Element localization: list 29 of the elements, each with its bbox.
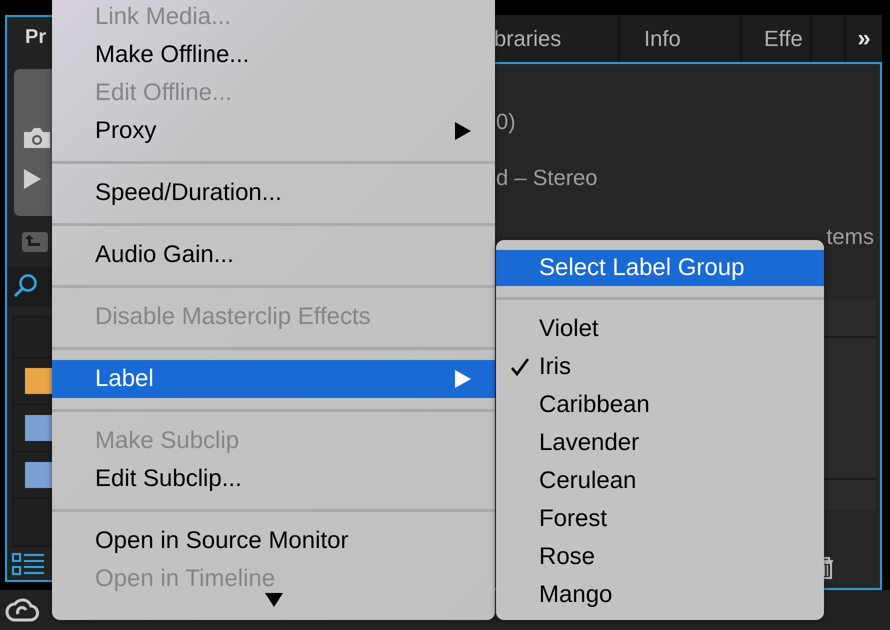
panel-tab[interactable]: Pr [25, 26, 46, 48]
info-text: d – Stereo [496, 165, 598, 192]
menu-item[interactable]: Cerulean [496, 462, 824, 500]
info-text: 0) [496, 109, 516, 136]
more-panels-button[interactable]: » [846, 24, 882, 52]
search-icon[interactable] [13, 273, 39, 299]
submenu-arrow-icon [455, 370, 471, 388]
list-view-icon[interactable] [12, 552, 46, 576]
camera-icon [22, 126, 52, 150]
creative-cloud-icon[interactable] [5, 596, 39, 624]
menu-item[interactable]: Mango [496, 576, 824, 614]
folder-up-icon[interactable] [21, 229, 49, 253]
menu-item[interactable]: Select Label Group [496, 250, 824, 286]
menu-item[interactable]: Edit Subclip... [52, 460, 495, 498]
menu-item[interactable]: Speed/Duration... [52, 174, 495, 212]
menu-item[interactable]: Caribbean [496, 386, 824, 424]
item-count: tems [826, 224, 874, 250]
menu-item[interactable]: Violet [496, 310, 824, 348]
menu-item[interactable]: Lavender [496, 424, 824, 462]
play-icon[interactable] [22, 168, 42, 190]
menu-item[interactable]: Iris [496, 348, 824, 386]
menu-item[interactable]: Rose [496, 538, 824, 576]
scroll-down-icon[interactable] [264, 593, 282, 607]
menu-item[interactable]: Audio Gain... [52, 236, 495, 274]
menu-item[interactable]: Proxy [52, 112, 495, 150]
menu-item[interactable]: Open in Source Monitor [52, 522, 495, 560]
submenu-arrow-icon [455, 122, 471, 140]
menu-item[interactable]: Label [52, 360, 495, 398]
menu-item[interactable]: Forest [496, 500, 824, 538]
